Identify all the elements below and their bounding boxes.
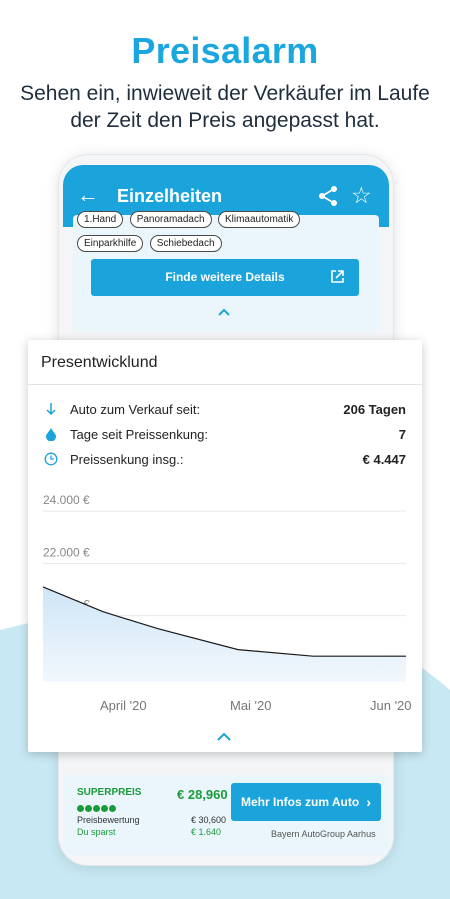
rating-dot xyxy=(85,805,92,812)
divider xyxy=(28,384,422,385)
rating-dot xyxy=(93,805,100,812)
y-tick-label: 22.000 € xyxy=(43,545,90,559)
rating-dot xyxy=(101,805,108,812)
savings-value: € 1.640 xyxy=(191,827,222,837)
find-more-details-button[interactable]: Finde weitere Details xyxy=(91,259,359,296)
stat-value: € 4.447 xyxy=(362,452,406,467)
feature-chips: 1.Hand Panoramadach Klimaautomatik Einpa… xyxy=(77,209,377,257)
feature-chip: Panoramadach xyxy=(129,211,212,228)
stat-value: 7 xyxy=(398,427,406,442)
dealer-name: Bayern AutoGroup Aarhus xyxy=(271,829,376,839)
x-tick-label: April '20 xyxy=(100,698,147,713)
rating-dot xyxy=(109,805,116,812)
feature-chip: Klimaautomatik xyxy=(217,211,301,228)
price-history-chart: 24.000 €22.000 €20.000 €18.000 €April '2… xyxy=(42,493,412,713)
feature-chip: 1.Hand xyxy=(77,211,124,228)
stat-row-days-for-sale: Auto zum Verkauf seit: 206 Tagen xyxy=(44,400,406,420)
price-rating-value: € 30,600 xyxy=(191,815,227,825)
stat-row-days-since-reduction: Tage seit Preissenkung: 7 xyxy=(44,425,406,445)
clock-icon xyxy=(44,452,58,466)
x-tick-label: Mai '20 xyxy=(230,698,272,713)
price-history-card: Presentwicklund Auto zum Verkauf seit: 2… xyxy=(28,340,422,752)
external-link-icon xyxy=(331,270,344,283)
rating-dot xyxy=(77,805,84,812)
chevron-up-icon[interactable] xyxy=(217,307,231,317)
y-tick-label: 24.000 € xyxy=(43,493,90,507)
card-title: Presentwicklund xyxy=(41,354,158,371)
x-tick-label: Jun '20 xyxy=(370,698,412,713)
price-area-fill xyxy=(43,586,406,682)
stat-label: Tage seit Preissenkung: xyxy=(70,427,209,442)
star-outline-icon[interactable]: ☆ xyxy=(351,183,372,207)
arrow-down-icon xyxy=(46,403,56,416)
more-info-label: Mehr Infos zum Auto xyxy=(241,795,360,809)
promo-title: Preisalarm xyxy=(131,30,319,71)
page-title: Einzelheiten xyxy=(117,186,223,206)
price-rating-label: Preisbewertung xyxy=(77,815,140,825)
listing-price-area: SUPERPREIS € 28,960 Preisbewertung € 30,… xyxy=(63,775,389,855)
chevron-right-icon: › xyxy=(366,794,371,810)
more-info-button[interactable]: Mehr Infos zum Auto › xyxy=(231,783,381,821)
share-icon[interactable] xyxy=(317,185,339,207)
stat-value: 206 Tagen xyxy=(343,402,406,417)
superpreis-badge: SUPERPREIS xyxy=(77,787,142,798)
stat-label: Auto zum Verkauf seit: xyxy=(70,402,201,417)
arrow-left-icon[interactable]: ← xyxy=(77,183,99,207)
stat-label: Preissenkung insg.: xyxy=(70,452,184,467)
listing-price: € 28,960 xyxy=(177,787,228,802)
find-more-details-label: Finde weitere Details xyxy=(165,270,285,284)
feature-chip: Einparkhilfe xyxy=(77,235,144,252)
drop-icon xyxy=(46,428,56,441)
savings-label: Du sparst xyxy=(77,827,116,837)
chevron-up-icon[interactable] xyxy=(216,731,232,742)
promo-subtitle: Sehen ein, inwieweit der Verkäufer im La… xyxy=(20,82,430,132)
feature-chip: Schiebedach xyxy=(149,235,222,252)
stat-row-total-reduction: Preissenkung insg.: € 4.447 xyxy=(44,450,406,470)
